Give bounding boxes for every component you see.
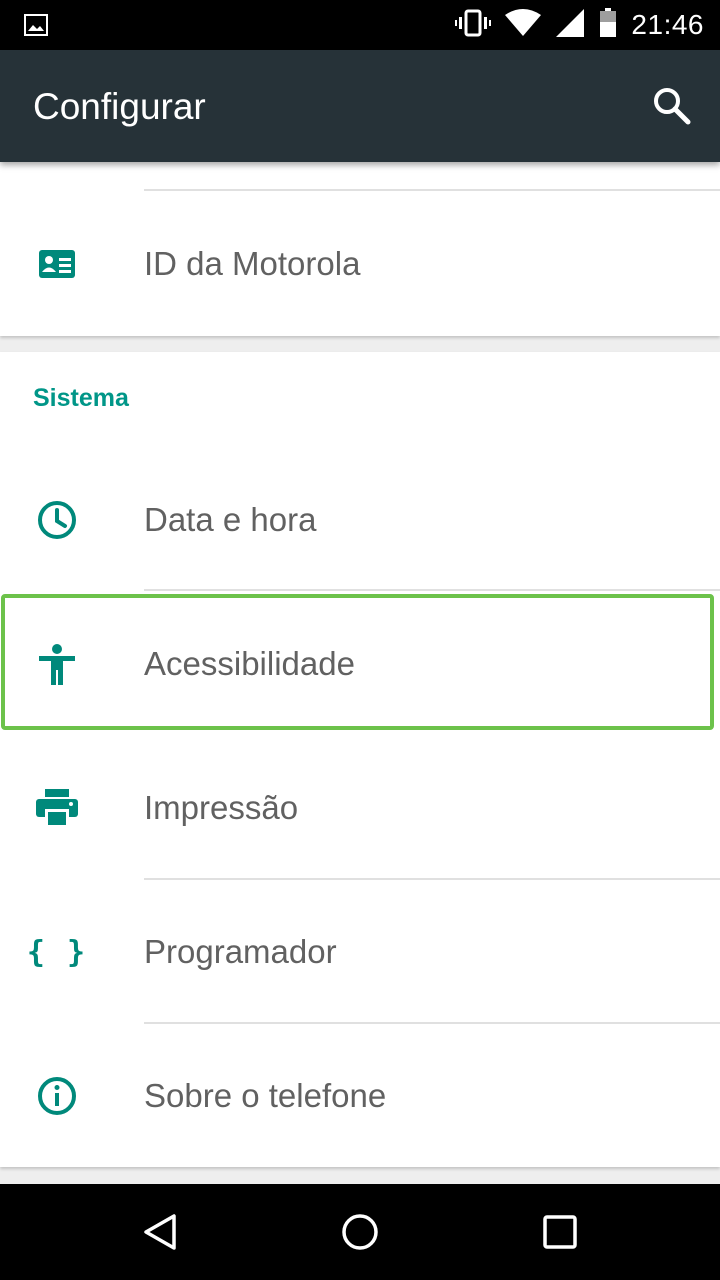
settings-item-about-phone[interactable]: Sobre o telefone (0, 1025, 720, 1167)
id-card-icon (36, 243, 78, 285)
back-icon (144, 1214, 176, 1250)
settings-item-label: Acessibilidade (144, 645, 355, 682)
recents-button[interactable] (540, 1212, 580, 1252)
accessibility-icon (36, 643, 78, 685)
settings-item-label: Data e hora (144, 501, 317, 538)
settings-item-date-time[interactable]: Data e hora (0, 449, 720, 591)
divider (144, 589, 720, 591)
status-bar: 21:46 (0, 0, 720, 50)
battery-icon (599, 8, 617, 42)
vibrate-icon (455, 9, 492, 41)
divider (144, 1022, 720, 1024)
system-card: Sistema Data e hora Acessibilidade Impre… (0, 352, 720, 1167)
account-card: ID da Motorola (0, 162, 720, 336)
settings-item-label: Impressão (144, 789, 299, 826)
printer-icon (36, 787, 78, 829)
divider (144, 189, 720, 191)
back-button[interactable] (141, 1212, 181, 1252)
home-icon (342, 1214, 378, 1250)
page-title: Configurar (33, 86, 206, 127)
image-notification-icon (24, 14, 48, 40)
clock-icon (36, 499, 78, 541)
recents-icon (543, 1215, 577, 1249)
wifi-icon (505, 9, 542, 41)
settings-item-label: Programador (144, 933, 337, 970)
home-button[interactable] (340, 1212, 380, 1252)
clock-time: 21:46 (631, 9, 704, 40)
info-icon (36, 1075, 78, 1117)
search-button[interactable] (652, 86, 692, 126)
settings-item-label: Sobre o telefone (144, 1077, 387, 1114)
settings-item-developer[interactable]: { } Programador (0, 881, 720, 1023)
navigation-bar (0, 1184, 720, 1280)
section-header-system: Sistema (33, 384, 129, 412)
app-bar: Configurar (0, 50, 720, 162)
braces-icon: { } (26, 934, 88, 970)
settings-item-motorola-id[interactable]: ID da Motorola (0, 193, 720, 335)
settings-item-accessibility[interactable]: Acessibilidade (0, 593, 720, 735)
signal-icon (555, 8, 585, 42)
settings-item-printing[interactable]: Impressão (0, 737, 720, 879)
search-icon (654, 88, 691, 125)
settings-item-label: ID da Motorola (144, 245, 361, 282)
divider (144, 878, 720, 880)
